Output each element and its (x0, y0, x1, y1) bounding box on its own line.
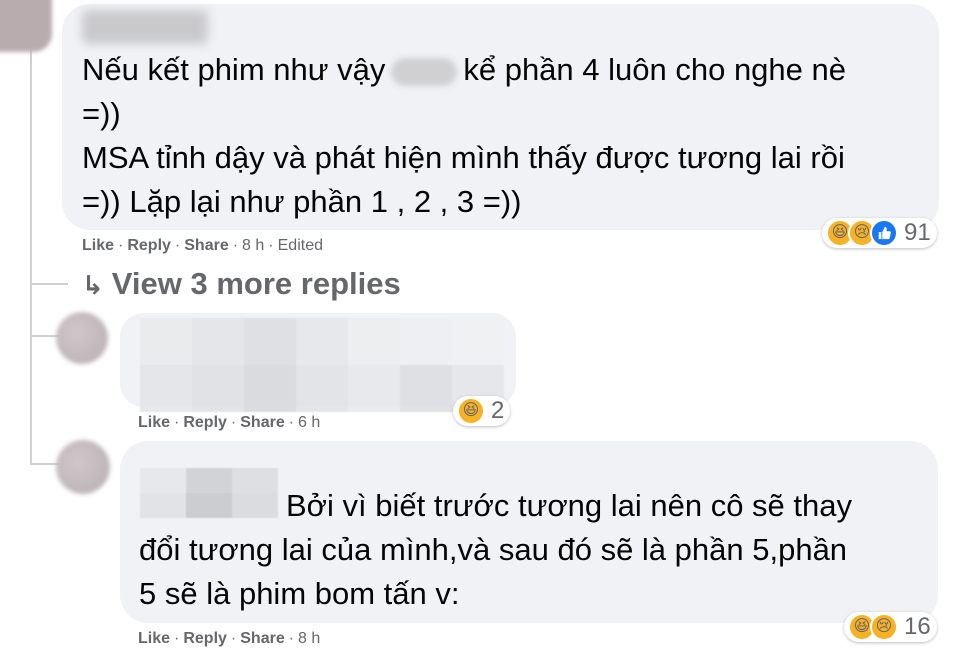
comment-text-line: MSA tỉnh dậy và phát hiện mình thấy được… (82, 140, 845, 175)
thread-branch (30, 283, 68, 285)
reaction-count: 2 (491, 397, 505, 424)
comment-actions: Like · Reply · Share · 8 h · Edited (82, 237, 323, 254)
edited-label: Edited (277, 237, 323, 254)
like-button[interactable]: Like (82, 237, 114, 254)
comment-text-line: =)) (82, 96, 121, 131)
timestamp[interactable]: 6 h (298, 414, 320, 431)
view-more-replies-link[interactable]: ↳ View 3 more replies (82, 266, 401, 302)
redacted-author-name (140, 468, 278, 518)
view-more-label: View 3 more replies (111, 266, 401, 301)
redacted-mention (391, 57, 458, 86)
author-name[interactable] (82, 10, 208, 44)
comment-text-part: Nếu kết phim như vậy (82, 52, 386, 87)
comment-text-line: Bởi vì biết trước tương lai nên cô sẽ th… (286, 488, 853, 523)
reaction-summary[interactable]: 😆 2 (453, 396, 511, 426)
reply-button[interactable]: Reply (127, 237, 171, 254)
avatar[interactable] (0, 0, 52, 52)
haha-icon: 😆 (457, 397, 485, 425)
reaction-summary[interactable]: 😆 😢 91 (822, 218, 937, 248)
like-icon (870, 219, 898, 247)
reply-arrow-icon: ↳ (82, 270, 104, 300)
reply-button[interactable]: Reply (183, 414, 227, 431)
comment-actions: Like · Reply · Share · 8 h (138, 630, 321, 647)
redacted-comment-content (140, 318, 504, 412)
timestamp[interactable]: 8 h (298, 630, 320, 647)
avatar[interactable] (56, 440, 110, 494)
reaction-summary[interactable]: 😆 😢 16 (844, 612, 937, 642)
comment-text-part: kể phần 4 luôn cho nghe nè (463, 52, 846, 87)
avatar[interactable] (56, 312, 108, 364)
reaction-count: 91 (904, 219, 931, 246)
like-button[interactable]: Like (138, 630, 170, 647)
timestamp[interactable]: 8 h (242, 237, 264, 254)
share-button[interactable]: Share (184, 237, 228, 254)
reply-button[interactable]: Reply (183, 630, 227, 647)
reaction-count: 16 (904, 613, 931, 640)
like-button[interactable]: Like (138, 414, 170, 431)
comment-text-line: 5 sẽ là phim bom tấn v: (139, 576, 460, 611)
comment-text-line: =)) Lặp lại như phần 1 , 2 , 3 =)) (82, 184, 522, 219)
thread-line (30, 50, 32, 465)
comment-text-line: đổi tương lai của mình,và sau đó sẽ là p… (139, 532, 848, 567)
sad-icon: 😢 (870, 613, 898, 641)
share-button[interactable]: Share (240, 630, 284, 647)
share-button[interactable]: Share (240, 414, 284, 431)
comment-actions: Like · Reply · Share · 6 h (138, 414, 321, 431)
comment-text: Nếu kết phim như vậy kể phần 4 luôn cho n… (82, 48, 846, 92)
